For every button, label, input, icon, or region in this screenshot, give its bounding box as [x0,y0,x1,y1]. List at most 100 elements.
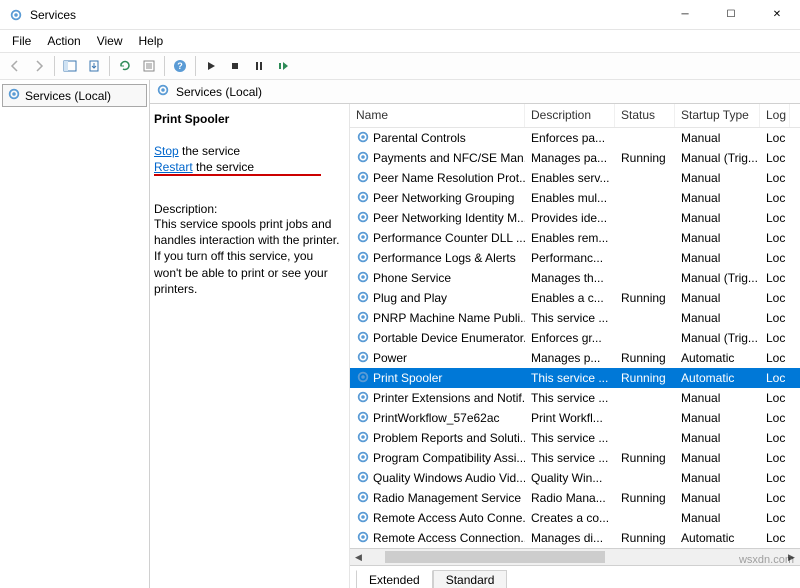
cell-status: Running [615,491,675,505]
cell-logon: Loc [760,171,790,185]
separator [54,56,55,76]
minimize-button[interactable]: ─ [662,0,708,29]
column-startup-type[interactable]: Startup Type [675,104,760,127]
service-row[interactable]: Peer Networking GroupingEnables mul...Ma… [350,188,800,208]
restart-service-link[interactable]: Restart [154,160,193,174]
cell-description: This service ... [525,371,615,385]
service-row[interactable]: Peer Networking Identity M...Provides id… [350,208,800,228]
service-row[interactable]: Peer Name Resolution Prot...Enables serv… [350,168,800,188]
cell-logon: Loc [760,311,790,325]
service-row[interactable]: Performance Logs & AlertsPerformanc...Ma… [350,248,800,268]
cell-logon: Loc [760,211,790,225]
cell-description: Radio Mana... [525,491,615,505]
menu-bar: File Action View Help [0,30,800,52]
menu-action[interactable]: Action [39,32,88,50]
description-label: Description: [154,202,341,216]
cell-logon: Loc [760,511,790,525]
cell-name: Power [350,350,525,367]
cell-name: PrintWorkflow_57e62ac [350,410,525,427]
selected-service-name: Print Spooler [154,112,341,126]
tab-extended[interactable]: Extended [356,570,433,588]
pause-service-button[interactable] [248,55,270,77]
separator [164,56,165,76]
scroll-right-arrow[interactable]: ▶ [783,552,800,563]
stop-service-link[interactable]: Stop [154,144,179,158]
gear-icon [356,130,370,147]
service-row[interactable]: Program Compatibility Assi...This servic… [350,448,800,468]
gear-icon [356,470,370,487]
gear-icon [356,170,370,187]
service-row[interactable]: Plug and PlayEnables a c...RunningManual… [350,288,800,308]
stop-service-button[interactable] [224,55,246,77]
column-status[interactable]: Status [615,104,675,127]
list-body[interactable]: Parental ControlsEnforces pa...ManualLoc… [350,128,800,548]
view-tabs: Extended Standard [350,566,800,588]
forward-button [28,55,50,77]
horizontal-scrollbar[interactable]: ◀ ▶ [350,548,800,565]
column-description[interactable]: Description [525,104,615,127]
maximize-button[interactable]: ☐ [708,0,754,29]
show-hide-tree-button[interactable] [59,55,81,77]
scroll-left-arrow[interactable]: ◀ [350,552,367,563]
cell-startup: Automatic [675,531,760,545]
service-row[interactable]: Parental ControlsEnforces pa...ManualLoc [350,128,800,148]
cell-description: This service ... [525,431,615,445]
gear-icon [356,430,370,447]
tab-standard[interactable]: Standard [433,570,508,588]
service-row[interactable]: PowerManages p...RunningAutomaticLoc [350,348,800,368]
refresh-button[interactable] [114,55,136,77]
cell-name: Printer Extensions and Notif... [350,390,525,407]
cell-name: PNRP Machine Name Publi... [350,310,525,327]
service-row[interactable]: Problem Reports and Soluti...This servic… [350,428,800,448]
tree-root-services-local[interactable]: Services (Local) [2,84,147,107]
list-header: Name Description Status Startup Type Log [350,104,800,128]
help-button[interactable]: ? [169,55,191,77]
gear-icon [356,390,370,407]
menu-view[interactable]: View [89,32,131,50]
gear-icon [356,250,370,267]
restart-service-button[interactable] [272,55,294,77]
cell-name: Payments and NFC/SE Man... [350,150,525,167]
cell-startup: Manual [675,431,760,445]
service-row[interactable]: Payments and NFC/SE Man...Manages pa...R… [350,148,800,168]
cell-status: Running [615,371,675,385]
service-row[interactable]: Portable Device Enumerator...Enforces gr… [350,328,800,348]
cell-logon: Loc [760,531,790,545]
console-tree[interactable]: Services (Local) [0,80,150,588]
service-row[interactable]: Performance Counter DLL ...Enables rem..… [350,228,800,248]
menu-file[interactable]: File [4,32,39,50]
service-row[interactable]: Phone ServiceManages th...Manual (Trig..… [350,268,800,288]
column-logon[interactable]: Log [760,104,790,127]
cell-description: This service ... [525,311,615,325]
service-row[interactable]: PNRP Machine Name Publi...This service .… [350,308,800,328]
stop-service-line: Stop the service [154,144,341,158]
cell-logon: Loc [760,491,790,505]
start-service-button[interactable] [200,55,222,77]
service-row[interactable]: Remote Access Connection...Manages di...… [350,528,800,548]
properties-button[interactable] [138,55,160,77]
cell-logon: Loc [760,471,790,485]
app-icon [8,7,24,23]
scroll-thumb[interactable] [385,551,605,563]
gear-icon [356,190,370,207]
service-row[interactable]: PrintWorkflow_57e62acPrint Workfl...Manu… [350,408,800,428]
gear-icon [356,290,370,307]
service-row[interactable]: Radio Management ServiceRadio Mana...Run… [350,488,800,508]
cell-startup: Manual (Trig... [675,331,760,345]
service-row[interactable]: Remote Access Auto Conne...Creates a co.… [350,508,800,528]
gear-icon [356,450,370,467]
cell-description: Manages pa... [525,151,615,165]
cell-description: Quality Win... [525,471,615,485]
service-row[interactable]: Print SpoolerThis service ...RunningAuto… [350,368,800,388]
service-row[interactable]: Quality Windows Audio Vid...Quality Win.… [350,468,800,488]
column-name[interactable]: Name [350,104,525,127]
export-button[interactable] [83,55,105,77]
close-button[interactable]: ✕ [754,0,800,29]
cell-description: Performanc... [525,251,615,265]
cell-startup: Manual [675,251,760,265]
cell-startup: Manual [675,451,760,465]
cell-logon: Loc [760,291,790,305]
cell-name: Plug and Play [350,290,525,307]
menu-help[interactable]: Help [131,32,172,50]
service-row[interactable]: Printer Extensions and Notif...This serv… [350,388,800,408]
